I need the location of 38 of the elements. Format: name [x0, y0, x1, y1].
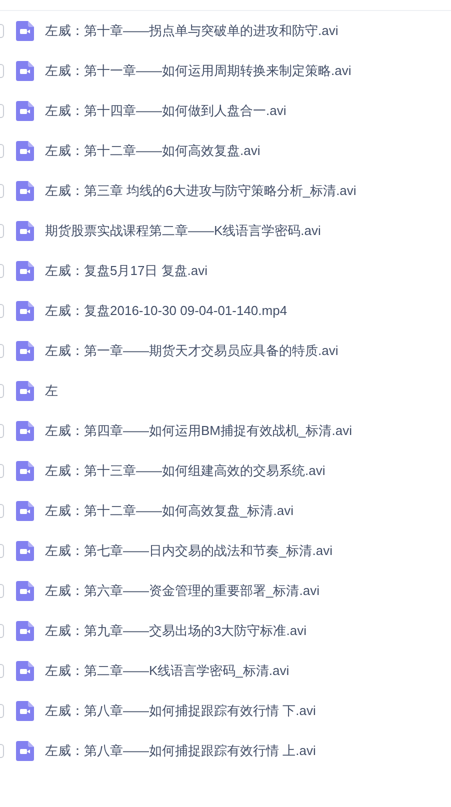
file-name[interactable]: 左威：第八章——如何捕捉跟踪有效行情 下.avi — [45, 701, 316, 721]
video-file-icon — [16, 341, 34, 361]
video-file-icon — [16, 381, 34, 401]
video-file-icon — [16, 101, 34, 121]
video-file-icon — [16, 621, 34, 641]
video-file-icon — [16, 501, 34, 521]
video-file-icon — [16, 581, 34, 601]
file-name[interactable]: 左威：第十二章——如何高效复盘.avi — [45, 141, 260, 161]
file-name[interactable]: 左威：第九章——交易出场的3大防守标准.avi — [45, 621, 306, 641]
file-name[interactable]: 左威：第四章——如何运用BM捕捉有效战机_标清.avi — [45, 421, 352, 441]
video-file-icon — [16, 741, 34, 761]
file-name[interactable]: 期货股票实战课程第二章——K线语言学密码.avi — [45, 221, 321, 241]
file-name[interactable]: 左威：第十四章——如何做到人盘合一.avi — [45, 101, 286, 121]
video-file-icon — [16, 61, 34, 81]
file-name[interactable]: 左威：第七章——日内交易的战法和节奏_标清.avi — [45, 541, 332, 561]
video-file-icon — [16, 261, 34, 281]
video-file-icon — [16, 541, 34, 561]
video-file-icon — [16, 461, 34, 481]
video-file-icon — [16, 21, 34, 41]
video-file-icon — [16, 661, 34, 681]
file-name[interactable]: 左威：第一章——期货天才交易员应具备的特质.avi — [45, 341, 338, 361]
video-file-icon — [16, 421, 34, 441]
file-name[interactable]: 左威：复盘5月17日 复盘.avi — [45, 261, 208, 281]
video-file-icon — [16, 181, 34, 201]
video-file-icon — [16, 141, 34, 161]
file-name[interactable]: 左威：第六章——资金管理的重要部署_标清.avi — [45, 581, 320, 601]
file-name[interactable]: 左威：第二章——K线语言学密码_标清.avi — [45, 661, 290, 681]
video-file-icon — [16, 221, 34, 241]
file-name[interactable]: 左威：第八章——如何捕捉跟踪有效行情 上.avi — [45, 741, 316, 761]
file-name[interactable]: 左威：第十一章——如何运用周期转换来制定策略.avi — [45, 61, 352, 81]
file-name[interactable]: 左威：复盘2016-10-30 09-04-01-140.mp4 — [45, 301, 288, 321]
file-name[interactable]: 左威：第十二章——如何高效复盘_标清.avi — [45, 501, 294, 521]
file-name[interactable]: 左威：第十章——拐点单与突破单的进攻和防守.avi — [45, 21, 338, 41]
file-name[interactable]: 左威：第三章 均线的6大进攻与防守策略分析_标清.avi — [45, 181, 356, 201]
video-file-icon — [16, 301, 34, 321]
file-name[interactable]: 左威：第十三章——如何组建高效的交易系统.avi — [45, 461, 326, 481]
video-file-icon — [16, 701, 34, 721]
file-name[interactable]: 左 — [45, 381, 58, 401]
